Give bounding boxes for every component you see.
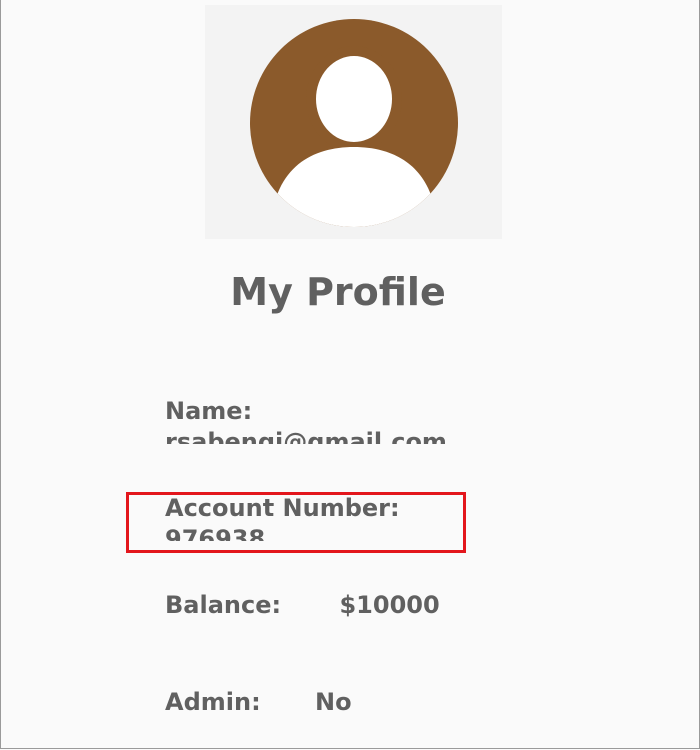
name-value: rsabengi@gmail.com <box>165 428 447 444</box>
admin-label: Admin: <box>165 688 261 716</box>
balance-value: $10000 <box>339 591 440 619</box>
page-title: My Profile <box>230 270 446 314</box>
account-number-label: Account Number: <box>165 494 400 522</box>
admin-field: Admin: No <box>165 687 352 718</box>
balance-field: Balance: $10000 <box>165 590 440 621</box>
avatar-container <box>205 5 502 239</box>
account-number-value: 976938 <box>165 525 266 541</box>
profile-page: My Profile Name: rsabengi@gmail.com Acco… <box>0 0 700 749</box>
user-avatar-icon <box>250 19 458 227</box>
admin-value: No <box>315 688 352 716</box>
name-field: Name: rsabengi@gmail.com <box>165 396 471 444</box>
balance-label: Balance: <box>165 591 282 619</box>
account-number-field: Account Number: 976938 <box>165 493 471 541</box>
name-label: Name: <box>165 397 253 425</box>
